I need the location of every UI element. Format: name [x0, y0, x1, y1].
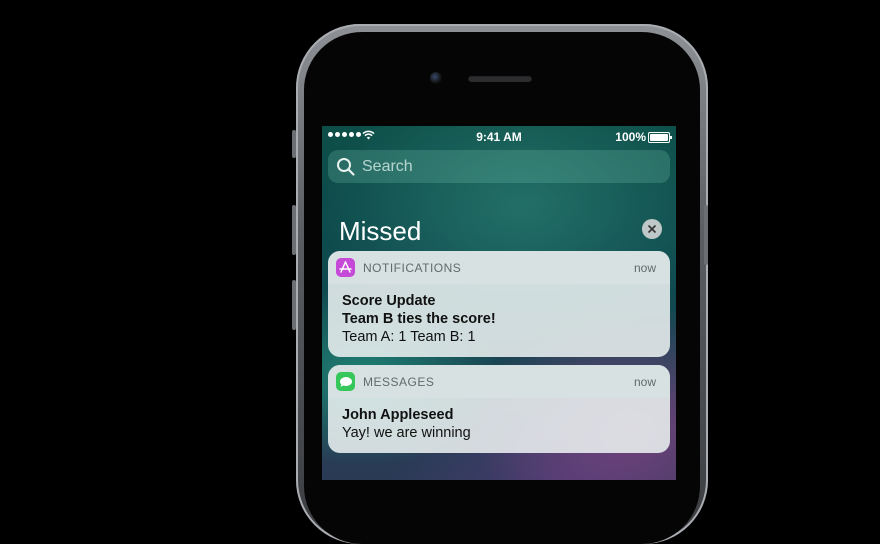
notification-time: now — [633, 375, 656, 389]
battery-icon — [648, 132, 672, 143]
close-icon — [647, 224, 657, 234]
notification-app-name: NOTIFICATIONS — [363, 260, 462, 275]
notification-title: Score Update — [342, 293, 436, 309]
lock-screen: 9:41 AM 100% Search Missed NOTIFICATIONS… — [322, 126, 676, 480]
mute-switch — [292, 130, 296, 158]
messages-icon — [336, 372, 355, 391]
battery-percentage: 100% — [615, 130, 646, 144]
volume-up-button — [292, 205, 296, 255]
notification-subtitle: Team B ties the score! — [342, 311, 496, 327]
notification-title: John Appleseed — [342, 407, 454, 423]
front-camera — [430, 72, 442, 84]
notification-message: Team A: 1 Team B: 1 — [342, 329, 476, 345]
earpiece-speaker — [468, 75, 532, 82]
search-placeholder: Search — [362, 157, 413, 175]
notification-body: John Appleseed Yay! we are winning — [328, 398, 670, 452]
notification-app-name: MESSAGES — [363, 374, 435, 389]
status-bar: 9:41 AM 100% — [322, 126, 676, 146]
clear-notifications-button[interactable] — [642, 219, 662, 239]
app-store-icon — [336, 258, 355, 277]
power-button — [704, 205, 708, 265]
notification-card-message[interactable]: MESSAGES now John Appleseed Yay! we are … — [328, 365, 670, 453]
volume-down-button — [292, 280, 296, 330]
notification-time: now — [633, 261, 656, 275]
search-field[interactable]: Search — [328, 150, 670, 183]
notification-body: Score Update Team B ties the score! Team… — [328, 284, 670, 356]
search-icon — [337, 157, 355, 176]
notification-card-score-update[interactable]: NOTIFICATIONS now Score Update Team B ti… — [328, 251, 670, 357]
notification-header: MESSAGES now — [328, 365, 670, 398]
notification-message: Yay! we are winning — [342, 425, 471, 441]
notification-header: NOTIFICATIONS now — [328, 251, 670, 284]
section-title: Missed — [339, 216, 422, 246]
